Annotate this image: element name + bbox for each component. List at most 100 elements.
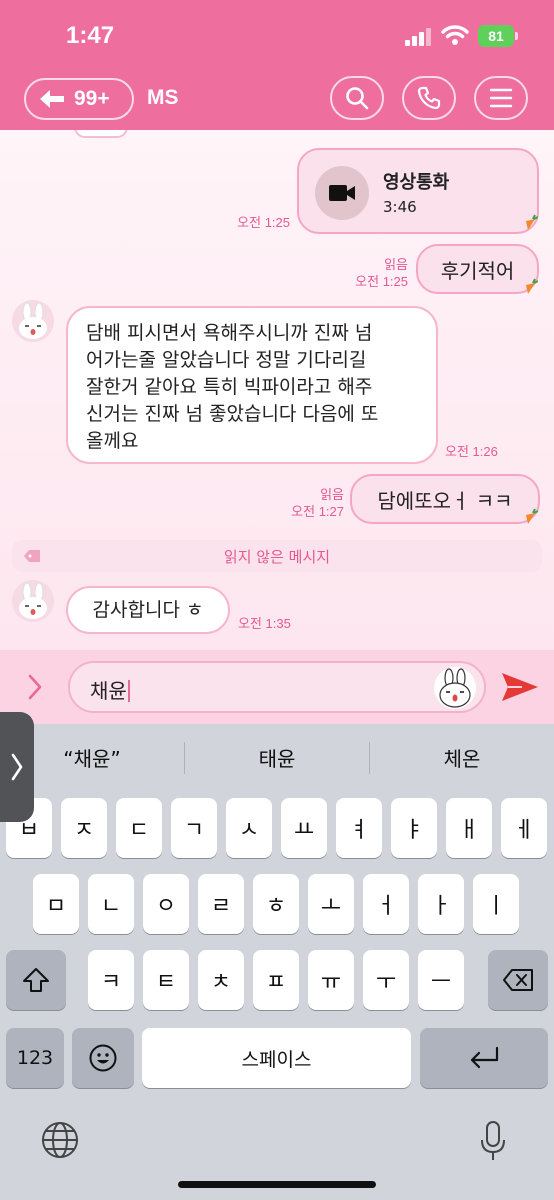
search-button[interactable] — [330, 76, 384, 120]
key[interactable]: ㅛ — [281, 798, 327, 858]
emoticon-button[interactable] — [434, 667, 476, 709]
avatar[interactable] — [12, 300, 54, 342]
key[interactable]: ㅌ — [143, 950, 189, 1010]
timestamp: 오전 1:25 — [355, 274, 408, 289]
message-composer: 채윤 — [0, 650, 554, 724]
message-bubble-in[interactable]: 감사합니다 ㅎ — [66, 586, 230, 634]
home-indicator — [178, 1181, 376, 1188]
video-call-icon-circle — [315, 166, 369, 220]
numbers-key[interactable]: 123 — [6, 1028, 64, 1088]
globe-icon[interactable] — [40, 1120, 80, 1160]
status-time: 1:47 — [66, 22, 115, 49]
message-line: 담배 피시면서 욕해주시니까 진짜 넘 — [86, 322, 373, 344]
message-input[interactable]: 채윤 — [68, 661, 486, 713]
previous-message-bubble — [74, 130, 128, 138]
message-line: 올께요 — [86, 430, 139, 452]
key[interactable]: ㅑ — [391, 798, 437, 858]
back-button[interactable]: 99+ — [24, 78, 134, 120]
key[interactable]: ㅇ — [143, 874, 189, 934]
key[interactable]: ㅠ — [308, 950, 354, 1010]
bunny-avatar-icon — [12, 580, 54, 622]
read-receipt: 읽음 — [320, 487, 344, 502]
message-line: 어가는줄 알았습니다 정말 기다리길 — [86, 349, 367, 371]
call-button[interactable] — [402, 76, 456, 120]
key[interactable]: ㅈ — [61, 798, 107, 858]
key[interactable]: ㅗ — [308, 874, 354, 934]
chevron-right-icon — [11, 753, 23, 781]
message-bubble-out[interactable]: 후기적어 — [416, 244, 539, 294]
timestamp: 오전 1:25 — [237, 215, 290, 230]
carrot-icon — [526, 508, 538, 524]
battery-indicator: 81 — [478, 25, 514, 47]
message-bubble-in[interactable]: 담배 피시면서 욕해주시니까 진짜 넘 어가는줄 알았습니다 정말 기다리길 잘… — [66, 306, 438, 464]
backspace-key[interactable] — [488, 950, 548, 1010]
space-key[interactable]: 스페이스 — [142, 1028, 411, 1088]
key[interactable]: ㅁ — [33, 874, 79, 934]
video-camera-icon — [329, 185, 355, 201]
return-icon — [470, 1046, 499, 1069]
key[interactable]: ㅍ — [253, 950, 299, 1010]
key[interactable]: ㅕ — [336, 798, 382, 858]
avatar[interactable] — [12, 580, 54, 622]
send-icon[interactable] — [500, 670, 540, 704]
key[interactable]: ㅊ — [198, 950, 244, 1010]
emoji-face-icon — [89, 1044, 117, 1072]
return-key[interactable] — [420, 1028, 548, 1088]
message-line: 잘한거 같아요 특히 빅파이라고 해주 — [86, 376, 373, 398]
key[interactable]: ㅋ — [88, 950, 134, 1010]
key[interactable]: ㅜ — [363, 950, 409, 1010]
key[interactable]: ㅏ — [418, 874, 464, 934]
video-call-bubble[interactable]: 영상통화 3:46 — [297, 148, 539, 234]
video-call-duration: 3:46 — [383, 198, 417, 216]
message-input-text: 채윤 — [90, 679, 127, 703]
key[interactable]: ㄱ — [171, 798, 217, 858]
unread-divider: 읽지 않은 메시지 — [12, 540, 542, 572]
read-receipt: 읽음 — [384, 257, 408, 272]
video-call-title: 영상통화 — [383, 172, 450, 193]
microphone-icon[interactable] — [478, 1120, 508, 1162]
shift-icon — [23, 968, 49, 992]
keyboard-side-handle[interactable] — [0, 712, 34, 822]
chat-title: MS — [147, 86, 179, 109]
unread-count: 99+ — [74, 87, 110, 110]
key[interactable]: ㅓ — [363, 874, 409, 934]
message-text: 후기적어 — [440, 258, 515, 283]
backspace-icon — [503, 969, 533, 991]
message-text: 담에또오ㅓ ㅋㅋ — [377, 488, 513, 513]
emoji-icon — [439, 668, 471, 708]
carrot-icon — [526, 214, 538, 230]
key[interactable]: ㅎ — [253, 874, 299, 934]
key[interactable]: ㅡ — [418, 950, 464, 1010]
phone-icon — [417, 86, 441, 110]
shift-key[interactable] — [6, 950, 66, 1010]
cellular-signal-icon — [405, 28, 431, 46]
tag-icon — [24, 550, 40, 562]
carrot-icon — [526, 278, 538, 294]
message-bubble-out[interactable]: 담에또오ㅓ ㅋㅋ — [350, 474, 540, 524]
timestamp: 오전 1:27 — [291, 504, 344, 519]
key[interactable]: ㄴ — [88, 874, 134, 934]
keyboard: “채윤” 태윤 체온 ㅂ ㅈ ㄷ ㄱ ㅅ ㅛ ㅕ ㅑ ㅐ ㅔ ㅁ ㄴ ㅇ ㄹ ㅎ… — [0, 724, 554, 1200]
timestamp: 오전 1:26 — [445, 444, 498, 459]
key[interactable]: ㄹ — [198, 874, 244, 934]
menu-icon — [489, 88, 513, 108]
key[interactable]: ㅅ — [226, 798, 272, 858]
text-caret — [127, 680, 130, 702]
key[interactable]: ㄷ — [116, 798, 162, 858]
suggestion[interactable]: 태윤 — [185, 724, 369, 790]
chevron-right-icon[interactable] — [22, 670, 48, 704]
search-icon — [346, 87, 369, 110]
message-list[interactable]: 영상통화 3:46 오전 1:25 읽음 오전 1:25 후기적어 담배 피시면… — [0, 130, 554, 650]
message-line: 신거는 진짜 넘 좋았습니다 다음에 또 — [86, 403, 379, 425]
back-arrow-icon — [40, 90, 64, 108]
key[interactable]: ㅐ — [446, 798, 492, 858]
suggestion[interactable]: 체온 — [370, 724, 554, 790]
key[interactable]: ㅣ — [473, 874, 519, 934]
menu-button[interactable] — [474, 76, 528, 120]
message-text: 감사합니다 ㅎ — [92, 598, 204, 621]
bunny-avatar-icon — [12, 300, 54, 342]
emoji-key[interactable] — [72, 1028, 134, 1088]
unread-divider-text: 읽지 않은 메시지 — [223, 547, 331, 566]
wifi-icon — [441, 25, 469, 45]
key[interactable]: ㅔ — [501, 798, 547, 858]
